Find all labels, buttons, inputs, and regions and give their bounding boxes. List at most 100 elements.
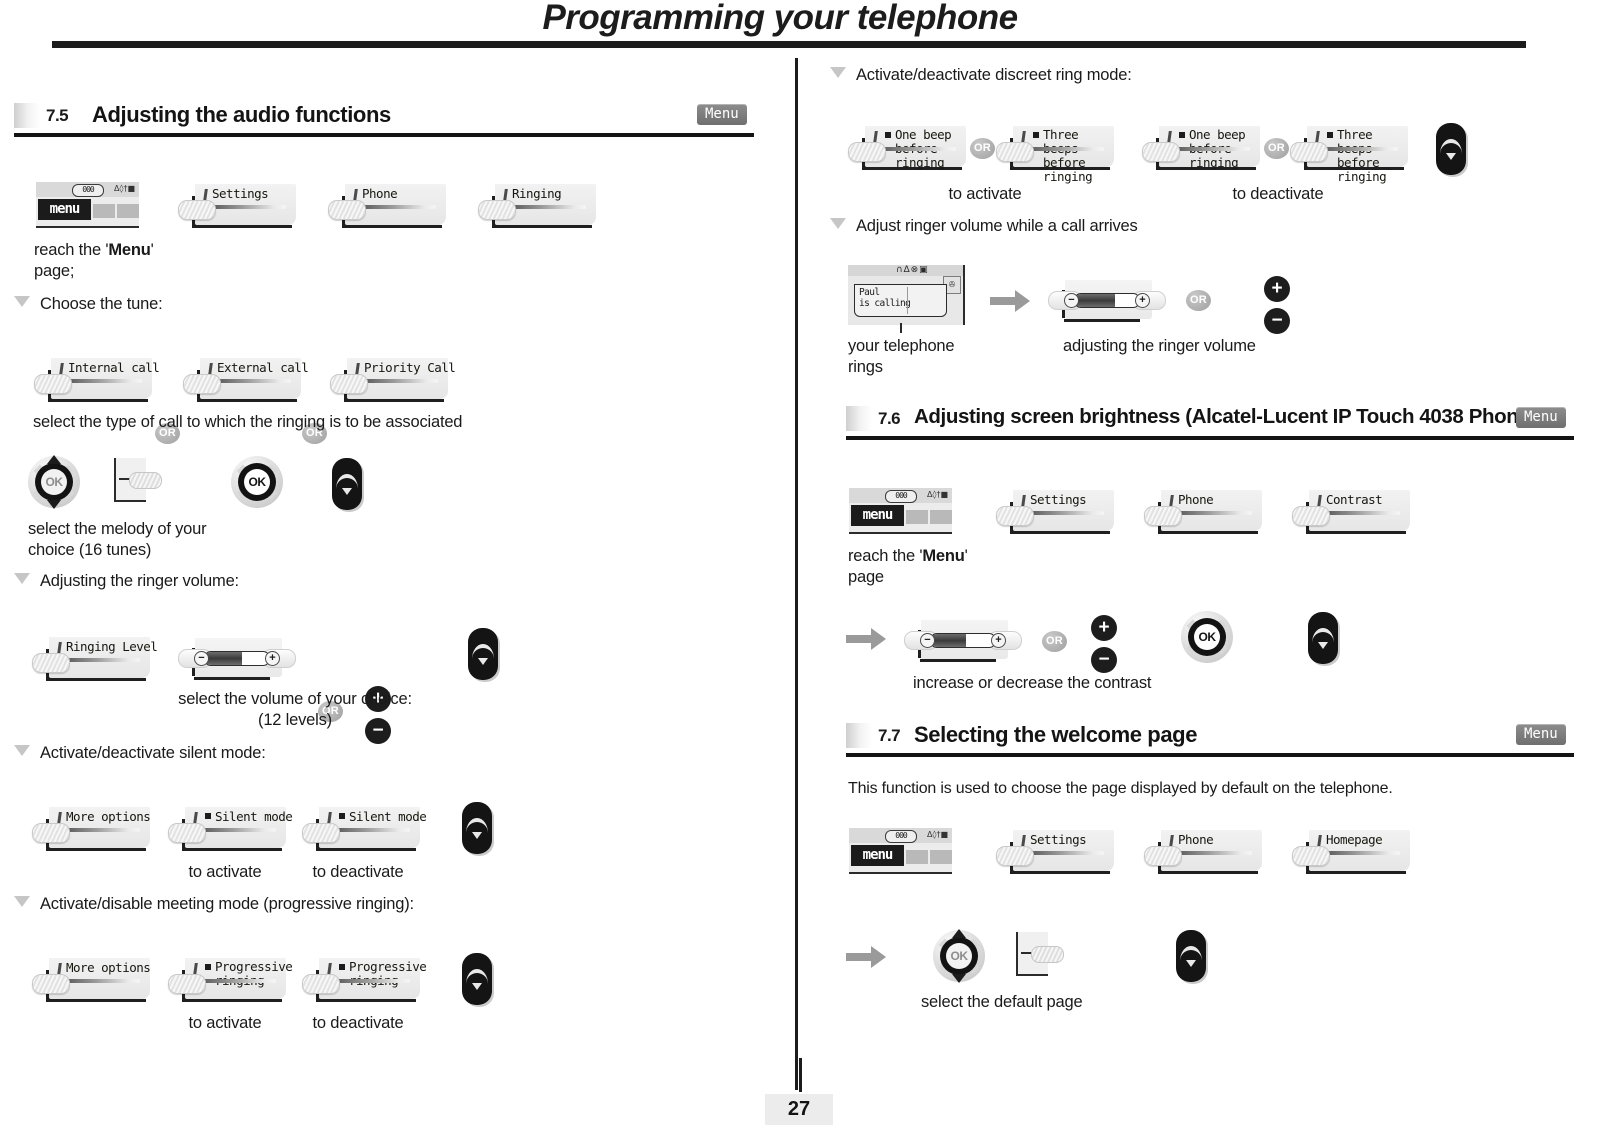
hang-up-key[interactable] [1176, 930, 1206, 982]
hang-up-key[interactable] [1308, 612, 1338, 664]
softkey-knob[interactable] [302, 823, 340, 843]
slider-minus-icon[interactable]: − [920, 633, 935, 648]
softkey-one-beep-activate[interactable]: One beep before ringing [848, 126, 966, 170]
softkey-ringing[interactable]: Ringing [478, 184, 596, 228]
bullet-label: Activate/deactivate discreet ring mode: [856, 66, 1132, 84]
caption-line-1: select the melody of your [28, 520, 207, 538]
ok-validation-key[interactable]: OK [231, 456, 283, 508]
softkey-knob[interactable] [328, 200, 366, 220]
slider-minus-icon[interactable]: − [194, 651, 209, 666]
softkey-knob[interactable] [302, 974, 340, 994]
slider-fill [931, 634, 967, 647]
slider-plus-icon[interactable]: + [1135, 293, 1150, 308]
slider-track[interactable] [930, 633, 996, 648]
softkey-knob[interactable] [1144, 846, 1182, 866]
softkey-three-beeps-deactivate[interactable]: Three beeps before ringing [1290, 126, 1408, 184]
softkey-phone[interactable]: Phone [328, 184, 446, 228]
navigator-up-arrow-icon[interactable] [952, 929, 966, 938]
softkey-knob[interactable] [1144, 506, 1182, 526]
softkey-ringing-level[interactable]: Ringing Level [32, 637, 158, 681]
slider-track[interactable] [1074, 293, 1140, 308]
hang-up-key[interactable] [1436, 123, 1466, 175]
softkey-external-call[interactable]: External call [183, 358, 309, 402]
contrast-up-key[interactable]: + [1091, 615, 1117, 641]
softkey-contrast[interactable]: Contrast [1292, 490, 1410, 534]
softkey-knob[interactable] [168, 823, 206, 843]
grey-key-2 [930, 510, 952, 524]
softkey-homepage[interactable]: Homepage [1292, 830, 1410, 874]
ok-label[interactable]: OK [244, 469, 270, 495]
softkey-knob[interactable] [996, 506, 1034, 526]
softkey-internal-call[interactable]: Internal call [34, 358, 160, 402]
slider-minus-icon[interactable]: − [1064, 293, 1079, 308]
softkey-knob[interactable] [996, 142, 1034, 162]
softkey-more-options-silent[interactable]: More options [32, 807, 151, 851]
slider-track[interactable] [204, 651, 270, 666]
alpha-page-key-icon[interactable] [110, 458, 162, 504]
contrast-slider[interactable]: − + [904, 620, 1022, 662]
hang-up-triangle-icon [1446, 153, 1456, 160]
softkey-three-beeps-activate[interactable]: Three beeps before ringing [996, 126, 1114, 184]
bullet-ringer-volume: Adjusting the ringer volume: [14, 572, 239, 591]
softkey-knob[interactable] [32, 653, 70, 673]
softkey-knob[interactable] [178, 200, 216, 220]
softkey-priority-call[interactable]: Priority Call [330, 358, 456, 402]
softkey-knob[interactable] [330, 374, 368, 394]
softkey-phone-welcome[interactable]: Phone [1144, 830, 1262, 874]
softkey-knob[interactable] [168, 974, 206, 994]
navigator-ok-label[interactable]: OK [946, 943, 972, 969]
contrast-plus-minus-keys[interactable]: + − [1091, 615, 1117, 673]
hang-up-key[interactable] [468, 628, 498, 680]
volume-slider-widget[interactable]: − + [178, 638, 296, 680]
softkey-knob[interactable] [1290, 142, 1328, 162]
softkey-one-beep-deactivate[interactable]: One beep before ringing [1142, 126, 1260, 170]
softkey-settings[interactable]: Settings [178, 184, 296, 228]
hang-up-key[interactable] [462, 802, 492, 854]
volume-down-key[interactable]: − [1264, 308, 1290, 334]
softkey-knob[interactable] [34, 374, 72, 394]
hang-up-key[interactable] [332, 458, 362, 510]
ringer-volume-slider[interactable]: − + [1048, 280, 1166, 322]
softkey-progressive-ringing-on[interactable]: Progressive ringing [168, 958, 293, 1002]
softkey-silent-mode-on[interactable]: Silent mode [168, 807, 293, 851]
softkey-knob[interactable] [32, 823, 70, 843]
softkey-knob[interactable] [478, 200, 516, 220]
screen-status-icons: Δ◊†■ [927, 490, 948, 499]
arrow-shaft [990, 297, 1016, 305]
navigator-down-arrow-icon[interactable] [952, 974, 966, 983]
bullet-label: Adjust ringer volume while a call arrive… [856, 217, 1138, 235]
softkey-shadow-bottom [1158, 871, 1258, 874]
softkey-silent-mode-off[interactable]: Silent mode [302, 807, 427, 851]
slider-plus-icon[interactable]: + [265, 651, 280, 666]
softkey-knob[interactable] [183, 374, 221, 394]
menu-badge: Menu [1516, 724, 1566, 745]
softkey-knob[interactable] [848, 142, 886, 162]
navigator-key-updown[interactable]: OK [933, 929, 985, 983]
hang-up-key[interactable] [462, 953, 492, 1005]
softkey-knob[interactable] [32, 974, 70, 994]
softkey-settings-welcome[interactable]: Settings [996, 830, 1114, 874]
navigator-down-arrow-icon[interactable] [47, 500, 61, 509]
softkey-knob[interactable] [1292, 506, 1330, 526]
softkey-more-options-meeting[interactable]: More options [32, 958, 151, 1002]
alpha-key-pill[interactable] [129, 472, 162, 489]
volume-up-key[interactable]: + [1264, 276, 1290, 302]
softkey-knob[interactable] [996, 846, 1034, 866]
navigator-key-updown[interactable]: OK [28, 455, 80, 509]
softkey-progressive-ringing-off[interactable]: Progressive ringing [302, 958, 427, 1002]
alpha-key-pill[interactable] [1031, 946, 1064, 963]
slider-plus-icon[interactable]: + [991, 633, 1006, 648]
ok-validation-key[interactable]: OK [1181, 611, 1233, 663]
navigator-ok-label[interactable]: OK [41, 469, 67, 495]
softkey-knob[interactable] [1292, 846, 1330, 866]
softkey-settings-brightness[interactable]: Settings [996, 490, 1114, 534]
softkey-gradient-bar [506, 205, 586, 209]
navigator-up-arrow-icon[interactable] [47, 455, 61, 464]
softkey-phone-brightness[interactable]: Phone [1144, 490, 1262, 534]
softkey-label: Phone [362, 186, 398, 201]
softkey-knob[interactable] [1142, 142, 1180, 162]
alpha-page-key-icon[interactable] [1012, 932, 1064, 978]
contrast-down-key[interactable]: − [1091, 647, 1117, 673]
ok-label[interactable]: OK [1194, 624, 1220, 650]
ringer-plus-minus-keys[interactable]: + − [1264, 276, 1290, 334]
